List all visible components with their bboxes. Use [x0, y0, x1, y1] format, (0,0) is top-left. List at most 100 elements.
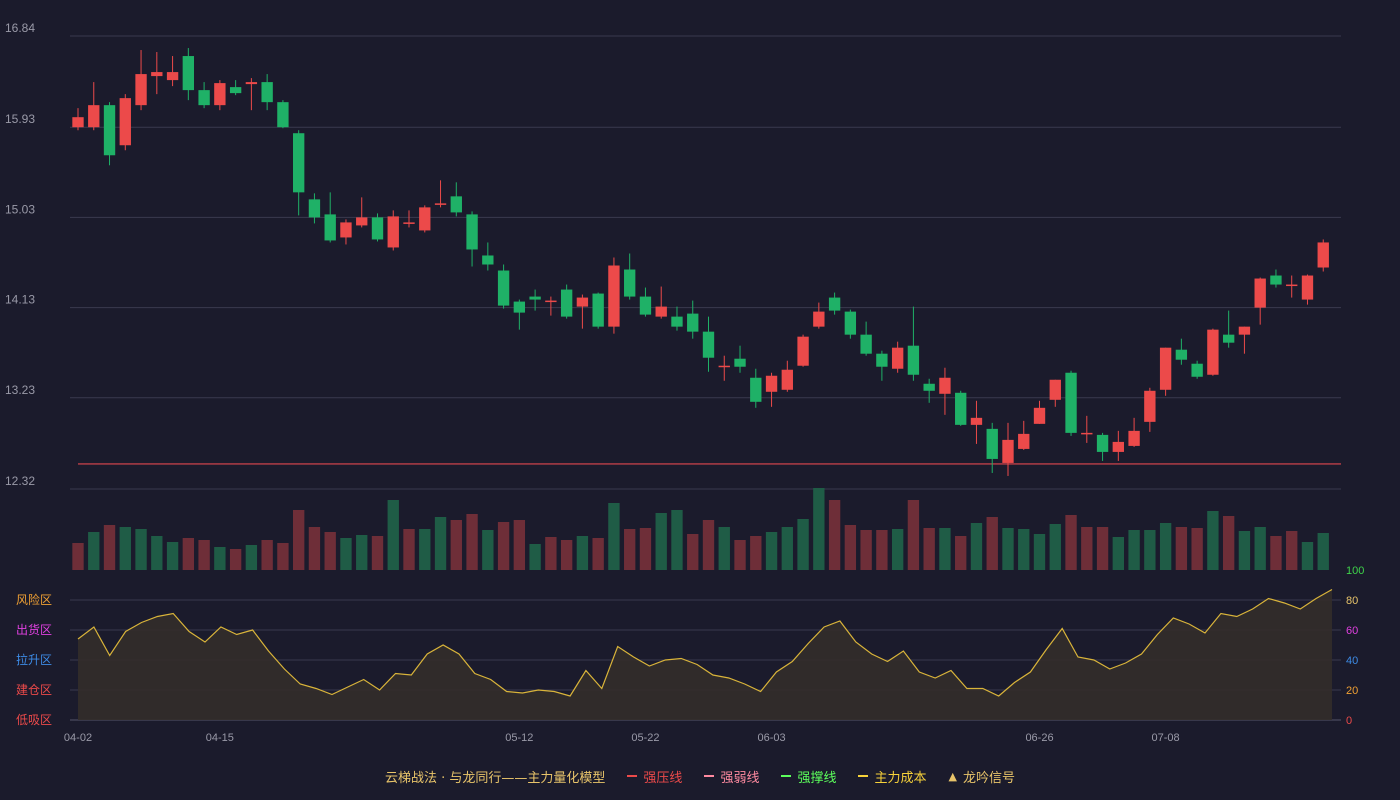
volume-bar [955, 536, 967, 570]
candle [592, 292, 604, 329]
candle-body [813, 311, 825, 327]
indicator-tick-label: 100 [1346, 565, 1364, 577]
candle-body [88, 105, 100, 128]
volume-bar [497, 522, 510, 570]
volume-bar [103, 525, 116, 570]
volume-bar [450, 520, 462, 570]
candle [828, 292, 841, 315]
candle [497, 264, 510, 309]
volume-bar [687, 534, 699, 570]
candle [1301, 274, 1314, 305]
candle-body [844, 311, 857, 335]
candle [434, 180, 447, 208]
candle [1175, 338, 1188, 365]
candle [450, 182, 462, 217]
chart-container: 16.84 15.93 15.03 14.13 13.23 12.32 风险区 出货区 拉升区… [0, 0, 1400, 800]
candle-body [939, 377, 951, 394]
volume-bar [545, 537, 557, 570]
candle-body [576, 297, 589, 307]
candle [797, 334, 809, 367]
candle [813, 302, 825, 329]
candle-body [513, 301, 526, 313]
date-tick-label: 04-15 [206, 732, 234, 744]
volume-bar [1286, 531, 1298, 570]
price-tick-label: 12.32 [5, 474, 35, 488]
volume-bar [1175, 527, 1188, 570]
volume-bar [482, 530, 494, 570]
volume-bar [639, 528, 652, 570]
date-tick-label: 05-22 [631, 732, 659, 744]
legend-swatch [627, 775, 638, 777]
candle [1144, 387, 1156, 432]
volume-bar [1081, 527, 1093, 570]
candle-body [687, 313, 699, 332]
candle-body [797, 336, 809, 366]
date-axis: 04-02 04-15 05-12 05-22 06-03 06-26 07-08 [64, 732, 1180, 744]
candle-body [545, 300, 557, 303]
volume-bar [356, 535, 368, 570]
volume-bar [135, 529, 147, 570]
candle [765, 372, 778, 407]
indicator-tick-label: 0 [1346, 715, 1352, 727]
volume-bar [1270, 536, 1282, 570]
candle [1096, 432, 1109, 461]
grid-lines [70, 35, 1341, 721]
legend-item: 主力成本 [858, 767, 926, 786]
candle [671, 306, 683, 331]
candle [955, 390, 967, 426]
candle-body [828, 297, 841, 311]
legend-swatch [704, 775, 715, 777]
candle [560, 284, 573, 319]
candle [545, 296, 557, 316]
candle [1018, 420, 1030, 450]
candle [198, 82, 210, 109]
price-tick-label: 13.23 [5, 383, 35, 397]
indicator-panel: 风险区出货区拉升区建仓区低吸区 100 80 60 40 20 0 [16, 565, 1364, 727]
candle [340, 219, 352, 245]
candle-body [277, 102, 289, 128]
candle-body [1301, 275, 1314, 300]
volume-bar [734, 540, 746, 570]
volume-bar [245, 545, 258, 570]
volume-bar [198, 540, 210, 570]
volume-bar [986, 517, 998, 570]
candle-body [497, 270, 510, 306]
volume-bar [308, 527, 321, 570]
candle [1222, 310, 1235, 348]
candle [986, 422, 998, 473]
date-tick-label: 05-12 [505, 732, 533, 744]
candle [103, 102, 116, 166]
candle-body [245, 82, 258, 85]
candle-body [1270, 275, 1282, 285]
volume-bar [387, 500, 399, 570]
candle [970, 400, 983, 444]
candle [277, 100, 289, 129]
price-tick-label: 15.03 [5, 202, 35, 216]
candle-body [560, 289, 573, 317]
volume-bar [1128, 530, 1140, 570]
candle-body [198, 90, 210, 106]
candle-body [1286, 284, 1298, 287]
volume-bar [844, 525, 857, 570]
volume-bar [119, 527, 131, 570]
candle [151, 52, 163, 95]
candle-body [639, 296, 652, 315]
candle [608, 257, 620, 334]
volume-bar [970, 523, 983, 570]
date-tick-label: 04-02 [64, 732, 92, 744]
candle-body [608, 265, 620, 327]
volume-bar [419, 529, 431, 570]
candle-body [1081, 432, 1093, 435]
candle [324, 192, 336, 243]
zone-label: 拉升区 [16, 652, 52, 667]
date-tick-label: 07-08 [1152, 732, 1180, 744]
legend-item: ▲ 龙吟信号 [948, 767, 1014, 786]
candle-body [466, 214, 478, 250]
candle-body [1049, 379, 1061, 400]
volume-bar [592, 538, 604, 570]
candle-body [135, 74, 147, 106]
candle-body [765, 375, 778, 392]
candle [1065, 370, 1077, 436]
price-axis: 16.84 15.93 15.03 14.13 13.23 12.32 [5, 21, 35, 488]
candle [750, 368, 762, 408]
